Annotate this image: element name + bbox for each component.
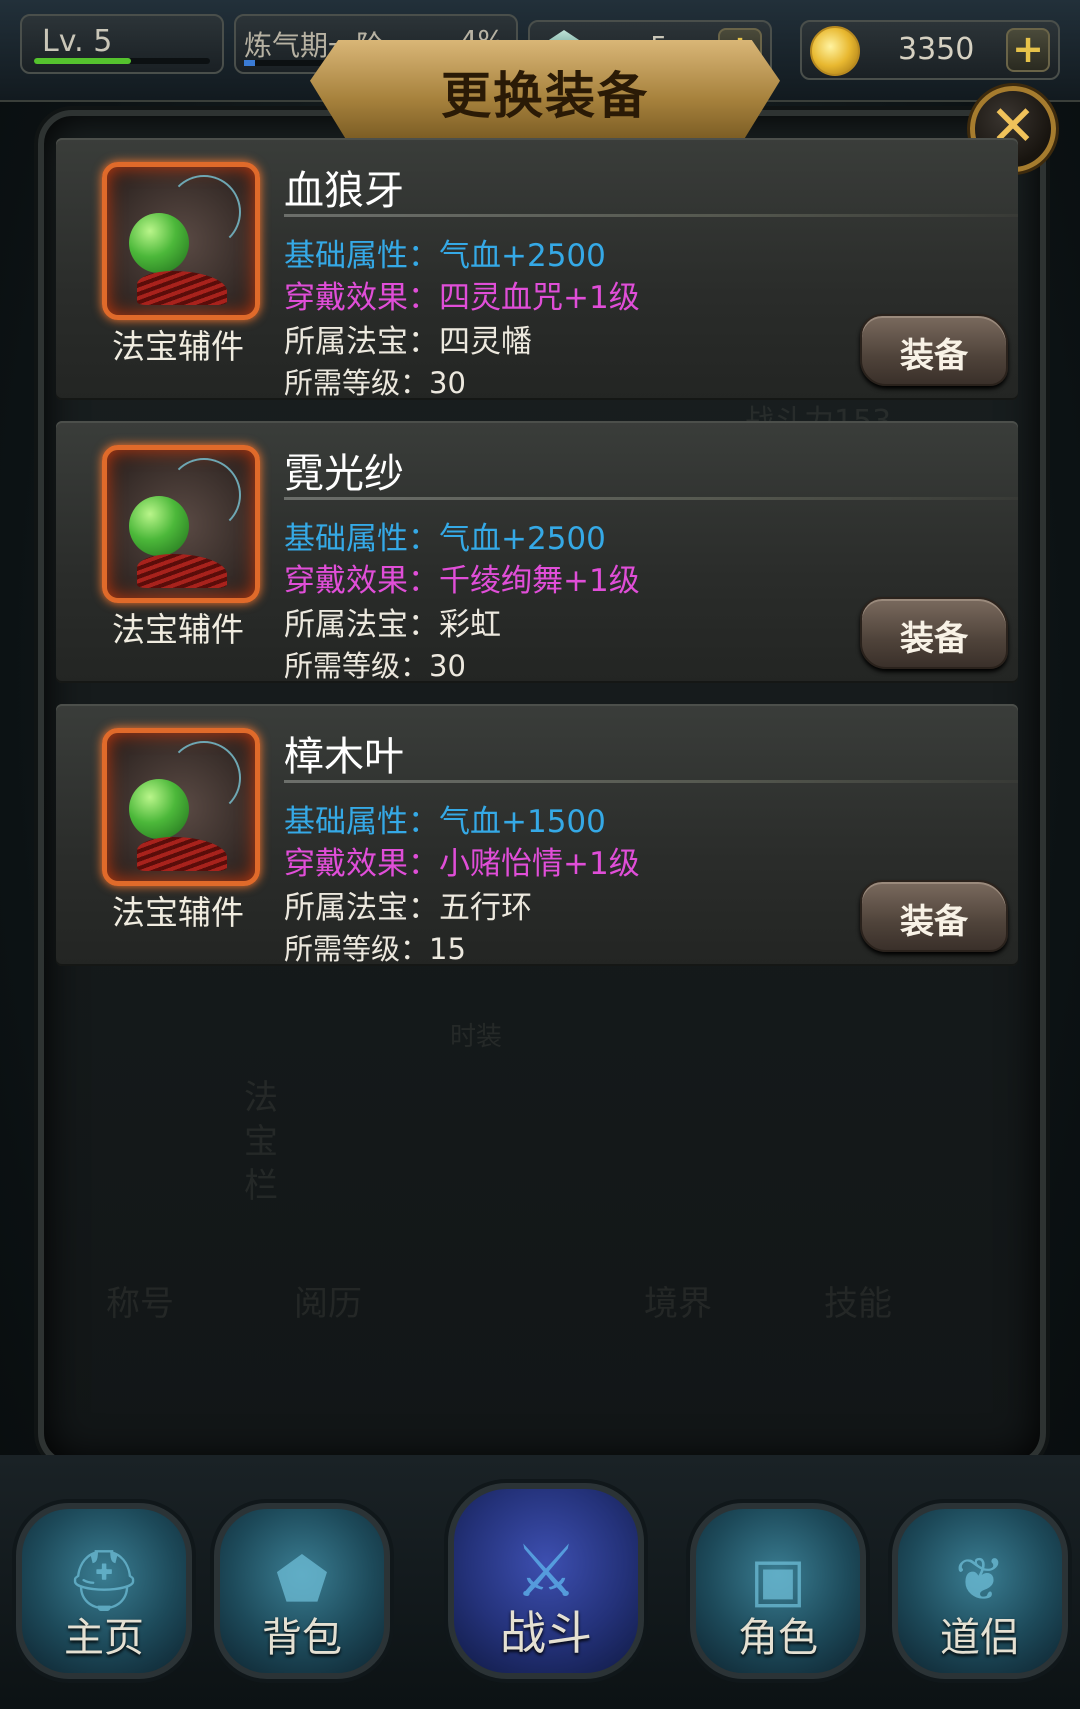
item-level: 所需等级：30	[284, 366, 466, 400]
realm-progress-fill	[244, 60, 255, 66]
item-icon-frame[interactable]	[102, 162, 260, 320]
bg-tab-realm: 境界	[644, 1284, 712, 1324]
item-category: 法宝辅件	[112, 610, 244, 649]
nav-character-label: 角色	[738, 1615, 818, 1661]
item-level: 所需等级：15	[284, 932, 466, 966]
nav-partner-label: 道侣	[940, 1615, 1020, 1661]
item-icon-frame[interactable]	[102, 445, 260, 603]
item-owner: 所属法宝：彩虹	[284, 607, 501, 643]
bg-tab-skills: 技能	[824, 1284, 892, 1324]
item-base-attr: 基础属性：气血+2500	[284, 238, 606, 274]
nav-battle[interactable]: ⚔ 战斗	[448, 1483, 644, 1679]
equip-button-label: 装备	[900, 619, 968, 659]
tassel-icon	[137, 554, 227, 588]
item-category: 法宝辅件	[112, 893, 244, 932]
nav-battle-label: 战斗	[500, 1606, 592, 1660]
equip-button-label: 装备	[900, 902, 968, 942]
add-gold-button[interactable]: +	[1006, 28, 1050, 72]
item-name: 霓光纱	[284, 451, 404, 497]
item-name: 血狼牙	[284, 168, 404, 214]
item-category: 法宝辅件	[112, 327, 244, 366]
tassel-icon	[137, 837, 227, 871]
dialog-title-banner: 更换装备	[310, 40, 780, 142]
divider	[284, 214, 1018, 217]
item-owner: 所属法宝：五行环	[284, 890, 532, 926]
bg-costume-label: 时装	[450, 1022, 503, 1052]
item-effect: 穿戴效果：千绫绚舞+1级	[284, 563, 640, 599]
equip-button[interactable]: 装备	[860, 314, 1008, 386]
equip-button[interactable]: 装备	[860, 597, 1008, 669]
jade-pendant-icon	[129, 779, 189, 839]
item-owner: 所属法宝：四灵幡	[284, 324, 532, 360]
nav-bag[interactable]: ⬟ 背包	[214, 1503, 390, 1679]
divider	[284, 780, 1018, 783]
gold-count: 3350	[898, 32, 975, 67]
nav-home-label: 主页	[64, 1615, 144, 1661]
item-card: 法宝辅件 霓光纱 基础属性：气血+2500 穿戴效果：千绫绚舞+1级 所属法宝：…	[56, 421, 1018, 683]
jade-pendant-icon	[129, 496, 189, 556]
item-base-attr: 基础属性：气血+1500	[284, 804, 606, 840]
gold-counter: 3350 +	[800, 20, 1060, 80]
gold-coin-icon	[810, 26, 860, 76]
nav-partner[interactable]: ❦ 道侣	[892, 1503, 1068, 1679]
item-base-attr: 基础属性：气血+2500	[284, 521, 606, 557]
item-name: 樟木叶	[284, 734, 404, 780]
item-card: 法宝辅件 血狼牙 基础属性：气血+2500 穿戴效果：四灵血咒+1级 所属法宝：…	[56, 138, 1018, 400]
bg-tab-history: 阅历	[294, 1284, 362, 1324]
item-effect: 穿戴效果：四灵血咒+1级	[284, 280, 640, 316]
level-indicator: Lv. 5	[20, 14, 224, 74]
item-effect: 穿戴效果：小赌怡情+1级	[284, 846, 640, 882]
level-progress-fill	[34, 58, 131, 64]
nav-character[interactable]: ▣ 角色	[690, 1503, 866, 1679]
item-icon-frame[interactable]	[102, 728, 260, 886]
dialog-title: 更换装备	[441, 67, 649, 125]
item-card: 法宝辅件 樟木叶 基础属性：气血+1500 穿戴效果：小赌怡情+1级 所属法宝：…	[56, 704, 1018, 966]
level-label: Lv. 5	[42, 24, 113, 59]
bg-tab-title: 称号	[106, 1284, 174, 1324]
bg-slot-label: 法宝栏	[244, 1078, 278, 1206]
equip-button[interactable]: 装备	[860, 880, 1008, 952]
item-level: 所需等级：30	[284, 649, 466, 683]
nav-bag-label: 背包	[262, 1615, 342, 1661]
tassel-icon	[137, 271, 227, 305]
jade-pendant-icon	[129, 213, 189, 273]
nav-home[interactable]: ⛑ 主页	[16, 1503, 192, 1679]
level-progress-bar	[34, 58, 210, 64]
bottom-nav: ⛑ 主页 ⬟ 背包 ⚔ 战斗 ▣ 角色 ❦ 道侣	[0, 1455, 1080, 1709]
equip-button-label: 装备	[900, 336, 968, 376]
divider	[284, 497, 1018, 500]
